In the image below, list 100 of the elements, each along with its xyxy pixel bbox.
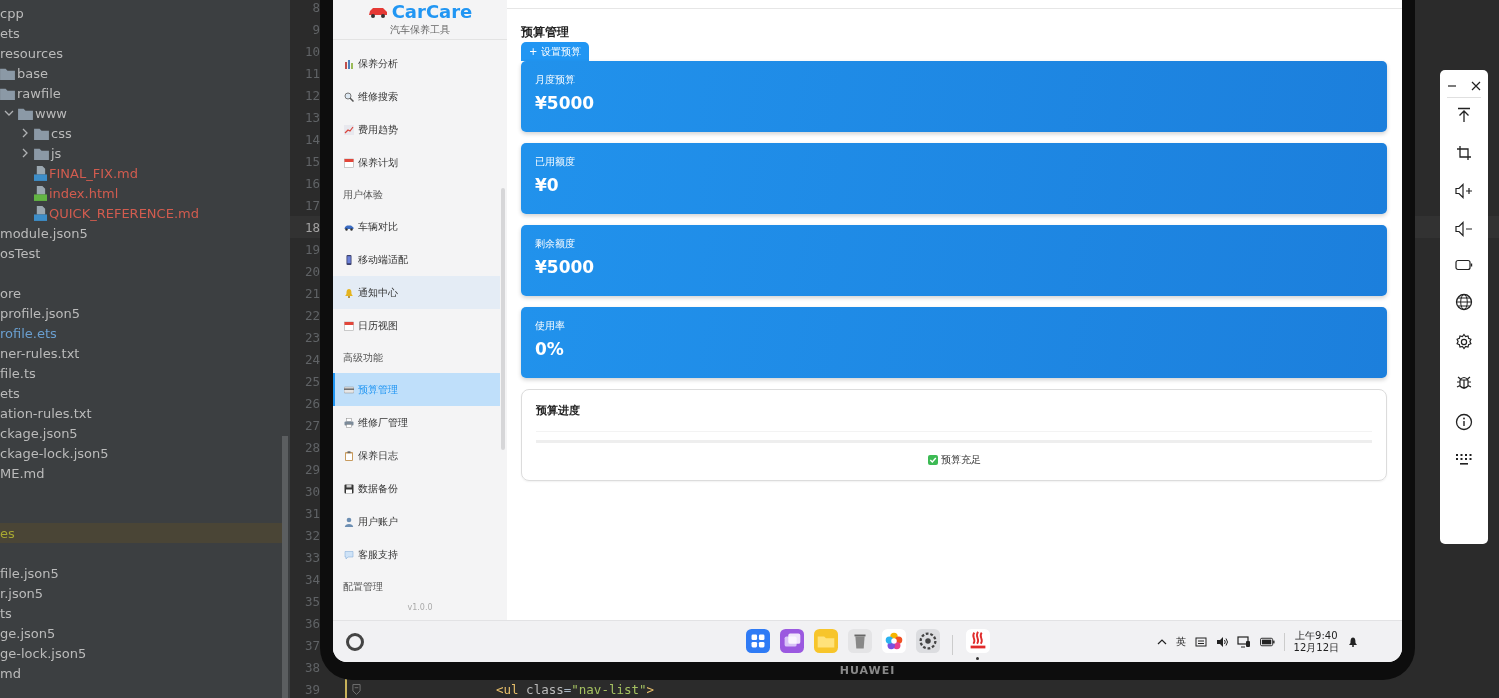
fold-icon[interactable] [352,683,361,695]
globe-icon[interactable] [1455,293,1473,311]
tree-row[interactable]: rofile.ets [0,323,282,343]
tree-row[interactable]: profile.json5 [0,303,282,323]
chevron-right-icon[interactable] [20,148,30,158]
file-name: cpp [0,5,24,21]
battery-icon[interactable] [1259,636,1275,647]
stat-label: 剩余额度 [535,238,576,250]
folder-icon [34,146,49,160]
tree-row[interactable]: rawfile [0,83,282,103]
tree-row[interactable]: ckage.json5 [0,423,282,443]
dock-app[interactable] [965,629,990,660]
nav-item[interactable]: 数据备份 [333,472,500,505]
tree-row[interactable]: cpp [0,3,282,23]
tree-row[interactable]: r.json5 [0,583,282,603]
file-name: file.json5 [0,565,59,581]
tree-row[interactable]: base [0,63,282,83]
nav-item[interactable]: 车辆对比 [333,210,500,243]
file-name: r.json5 [0,585,44,601]
nav-item[interactable]: 维修搜索 [333,80,500,113]
tree-row[interactable]: module.json5 [0,223,282,243]
tree-row[interactable]: es [0,523,282,543]
tree-row[interactable]: file.json5 [0,563,282,583]
line-number: 12 [303,87,320,103]
trend-chart-icon [344,124,354,135]
chevron-right-icon[interactable] [20,128,30,138]
line-number: 31 [303,505,320,521]
nav-item[interactable]: 客服支持 [333,538,500,571]
scrollbar-thumb[interactable] [282,436,288,698]
car-icon [367,6,388,18]
ring-icon[interactable] [345,631,365,652]
close-icon[interactable] [1471,81,1481,91]
file-name: ckage.json5 [0,425,78,441]
stat-value: ¥0 [535,174,560,196]
tree-row[interactable]: ets [0,383,282,403]
markdown-file-icon [34,165,47,181]
tree-row[interactable]: css [0,123,282,143]
nav-item[interactable]: 用户账户 [333,505,500,538]
volume-down-icon[interactable] [1455,221,1473,237]
tree-row[interactable]: ckage-lock.json5 [0,443,282,463]
keyboard-icon[interactable] [1455,453,1473,467]
keyboard-icon[interactable] [1194,635,1207,648]
nav-item[interactable]: 移动端适配 [333,243,500,276]
tree-row[interactable]: ation-rules.txt [0,403,282,423]
tree-row[interactable]: js [0,143,282,163]
calendar-icon [344,157,354,168]
nav-item[interactable]: 费用趋势 [333,113,500,146]
file-name: www [35,105,67,121]
line-number: 19 [303,241,320,257]
clock-date[interactable]: 12月12日 [1293,641,1339,654]
crop-icon[interactable] [1456,145,1472,161]
tree-row[interactable]: resources [0,43,282,63]
nav-item[interactable]: 通知中心 [333,276,500,309]
info-icon[interactable] [1455,413,1473,431]
volume-up-icon[interactable] [1455,183,1473,199]
chevron-down-icon[interactable] [4,108,14,118]
tree-row[interactable]: www [0,103,282,123]
tree-row[interactable]: ge.json5 [0,623,282,643]
line-number: 35 [303,593,320,609]
tree-row[interactable]: ore [0,283,282,303]
input-method-indicator[interactable]: 英 [1175,634,1186,649]
tree-row[interactable]: ets [0,23,282,43]
line-number: 18 [303,219,320,235]
tree-row[interactable]: ge-lock.json5 [0,643,282,663]
bell-icon[interactable] [1348,636,1358,647]
line-number: 20 [303,263,320,279]
line-number: 8 [311,0,320,15]
clipboard-icon [344,450,354,461]
line-number: 9 [311,21,320,37]
printer-icon [344,417,354,428]
tree-row[interactable]: file.ts [0,363,282,383]
tree-row[interactable]: ts [0,603,282,623]
tree-row[interactable]: osTest [0,243,282,263]
bar-chart-icon [344,58,354,69]
set-budget-button[interactable]: + 设置预算 [521,42,589,61]
monitor-icon[interactable] [1236,635,1251,648]
nav-item[interactable]: 保养分析 [333,47,500,80]
section-label: 配置管理 [342,579,384,594]
line-number: 28 [303,439,320,455]
tree-row[interactable]: ner-rules.txt [0,343,282,363]
tree-row[interactable]: ME.md [0,463,282,483]
device-brand: HUAWEI [838,663,897,679]
nav-item[interactable]: 日历视图 [333,309,500,342]
nav-item[interactable]: 保养日志 [333,439,500,472]
line-number: 34 [303,571,320,587]
stat-label: 已用额度 [535,156,576,168]
page-title: 预算管理 [521,24,570,40]
clock-time[interactable]: 上午9:40 [1295,629,1338,642]
battery-icon[interactable] [1455,259,1473,271]
file-name: ets [0,385,20,401]
arrow-to-top-icon[interactable] [1456,107,1472,123]
line-number: 26 [303,395,320,411]
code-line: <ul class="nav-list"> [496,681,655,697]
speaker-icon[interactable] [1215,635,1228,648]
running-dot [976,657,979,660]
nav-item[interactable]: 保养计划 [333,146,500,179]
line-number: 15 [303,153,320,169]
nav-item[interactable]: 维修厂管理 [333,406,500,439]
tree-row[interactable]: md [0,663,282,683]
settings-icon[interactable] [1455,333,1473,351]
